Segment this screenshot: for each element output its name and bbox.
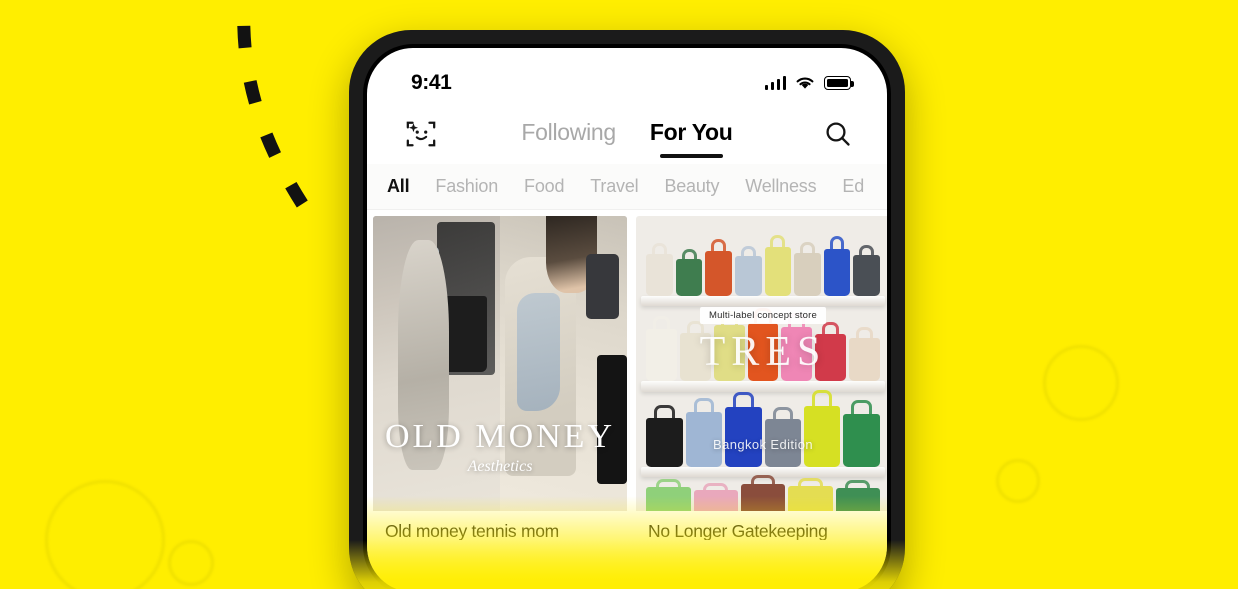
phone-bezel: 9:41 Following For You All Fashion Food … [363,44,891,589]
bubble-decoration [45,480,165,589]
card-caption: No Longer Gatekeeping This Shopping Heav… [636,511,887,540]
category-chip-all[interactable]: All [387,176,410,197]
tab-following[interactable]: Following [521,119,616,150]
category-filter-strip[interactable]: All Fashion Food Travel Beauty Wellness … [367,164,887,210]
feed-card[interactable]: Multi-label concept store TRES Bangkok E… [636,216,887,540]
card-media[interactable]: OLD MONEY Aesthetics [373,216,627,511]
card-title-line1: No Longer Gatekeeping [648,521,828,540]
concept-store-photo: Multi-label concept store TRES Bangkok E… [636,216,887,511]
nav-tabs: Following For You [367,119,887,158]
category-chip-beauty[interactable]: Beauty [664,176,719,197]
bubble-decoration [996,459,1040,503]
status-time: 9:41 [411,71,452,94]
cellular-signal-icon [764,76,786,90]
old-money-photo [373,216,627,511]
status-icons [764,76,854,91]
bubble-decoration [1043,345,1119,421]
card-caption: Old money tennis mom etc. aesthetic 🤏 [373,511,627,540]
wifi-icon [796,76,814,89]
nav-bar: Following For You [367,104,887,164]
card-image-badge: Multi-label concept store [700,307,826,325]
feed-grid: OLD MONEY Aesthetics Old money tennis mo… [367,210,887,540]
category-chip-wellness[interactable]: Wellness [745,176,816,197]
phone-mockup: 9:41 Following For You All Fashion Food … [349,30,905,589]
feed-card[interactable]: OLD MONEY Aesthetics Old money tennis mo… [373,216,627,540]
card-media[interactable]: Multi-label concept store TRES Bangkok E… [636,216,887,511]
battery-full-icon [824,76,854,90]
card-title-line1: Old money tennis mom [385,521,559,540]
card-image-edition: Bangkok Edition [713,437,813,452]
dashed-arrow-icon [237,0,326,234]
tab-for-you[interactable]: For You [650,119,733,158]
status-bar: 9:41 [367,48,887,104]
category-chip-food[interactable]: Food [524,176,564,197]
bubble-decoration [168,540,214,586]
phone-screen: 9:41 Following For You All Fashion Food … [367,48,887,589]
category-chip-education[interactable]: Ed [842,176,864,197]
category-chip-travel[interactable]: Travel [590,176,638,197]
category-chip-fashion[interactable]: Fashion [435,176,498,197]
